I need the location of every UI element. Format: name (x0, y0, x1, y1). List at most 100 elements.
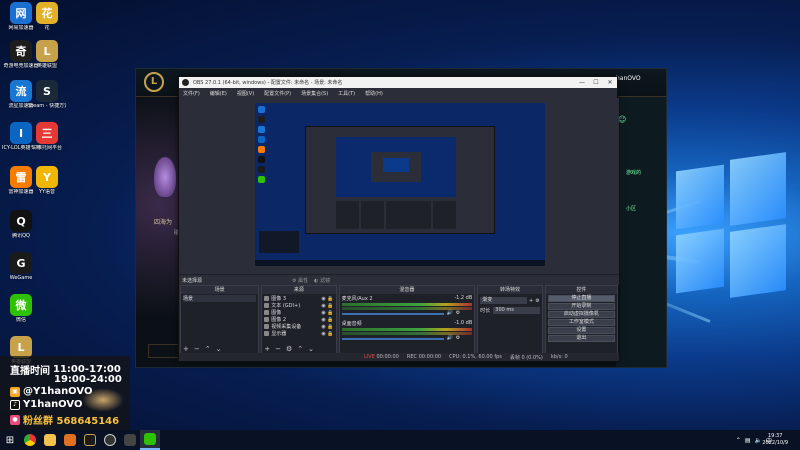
controls-dock: 控件 停止直播 开始录制 启动虚拟摄像机 工作室模式 设置 退出 (544, 285, 618, 355)
move-down-icon[interactable]: ⌄ (216, 345, 222, 353)
eye-icon[interactable]: ◉ 🔒 (321, 324, 333, 330)
minimize-icon[interactable]: — (575, 77, 589, 88)
volume-slider[interactable] (341, 313, 444, 315)
source-type-icon (264, 303, 270, 308)
eye-icon[interactable]: ◉ 🔒 (321, 310, 333, 316)
mixer-dock: 混音器 麦克风/Aux 2 -1.2 dB 🔊 ⚙ 桌面音频 -1.0 dB 🔊 ⚙ (338, 285, 476, 355)
handle-row-2: ♪ Y1hanOVO (10, 399, 82, 410)
eye-icon[interactable]: ◉ 🔒 (321, 296, 333, 302)
volume-meter (341, 307, 473, 310)
desktop-icon-label: 花 (44, 25, 50, 31)
taskbar-lol[interactable] (80, 430, 100, 450)
menu-item[interactable]: 场景集合(S) (301, 90, 328, 97)
desktop-icon[interactable]: Q 腾讯QQ (2, 210, 40, 240)
fan-group-row: ● 粉丝群 568645146 (10, 412, 119, 427)
menu-item[interactable]: 帮助(H) (365, 90, 383, 97)
menu-item[interactable]: 编辑(E) (210, 90, 227, 97)
control-button[interactable]: 启动虚拟摄像机 (547, 311, 615, 318)
source-type-icon (264, 317, 270, 322)
chevron-up-icon[interactable]: ⌃ (736, 437, 741, 444)
obs-title-bar[interactable]: OBS 27.0.1 (64-bit, windows) - 配置文件: 未命名… (179, 77, 617, 88)
properties-button[interactable]: ⚙ 属性 (292, 277, 308, 284)
taskbar-wechat[interactable] (140, 430, 160, 450)
eye-icon[interactable]: ◉ 🔒 (321, 317, 333, 323)
desktop-icon[interactable]: Y YY语音 (28, 166, 66, 196)
source-item[interactable]: 显示器 ◉ 🔒 (264, 330, 334, 337)
obs-preview-area (179, 98, 619, 274)
source-item[interactable]: 视频采集设备 ◉ 🔒 (264, 323, 334, 330)
rec-time: 00:00:00 (418, 354, 442, 360)
menu-item[interactable]: 配置文件(P) (264, 90, 291, 97)
move-up-icon[interactable]: ⌃ (205, 345, 211, 353)
lol-username: hanOVO (616, 75, 641, 82)
volume-icon[interactable]: 🔈 (755, 437, 762, 444)
add-icon[interactable]: + (264, 345, 270, 353)
network-icon[interactable]: ▤ (745, 437, 751, 444)
controls-list: 停止直播 开始录制 启动虚拟摄像机 工作室模式 设置 退出 (546, 295, 617, 342)
taskbar-wegame[interactable] (120, 430, 140, 450)
clock[interactable]: 19:37 2022/10/9 (762, 433, 788, 447)
add-icon[interactable]: + (183, 345, 189, 353)
desktop-icon[interactable]: S Steam - 快捷方式 (28, 80, 66, 110)
add-icon[interactable]: + (529, 298, 533, 304)
source-item[interactable]: 图像 ◉ 🔒 (264, 309, 334, 316)
remove-icon[interactable]: − (275, 345, 281, 353)
menu-item[interactable]: 文件(F) (183, 90, 200, 97)
gear-icon[interactable]: ⚙ (456, 335, 460, 341)
source-name: 图像 2 (271, 317, 287, 323)
close-icon[interactable]: ✕ (603, 77, 617, 88)
speaker-icon[interactable]: 🔊 (447, 335, 453, 341)
start-button[interactable]: ⊞ (0, 430, 20, 450)
scene-item[interactable]: 场景 (183, 295, 257, 302)
gear-icon[interactable]: ⚙ (286, 345, 292, 353)
app-icon: 花 (36, 2, 58, 24)
douyin-icon: ♪ (10, 399, 20, 410)
maximize-icon[interactable]: ☐ (589, 77, 603, 88)
control-button[interactable]: 停止直播 (547, 295, 615, 302)
obs-preview-canvas[interactable] (255, 103, 545, 266)
volume-slider[interactable] (341, 338, 444, 340)
desktop-icon[interactable]: L英雄联盟 (28, 40, 66, 70)
taskbar-explorer[interactable] (40, 430, 60, 450)
eye-icon[interactable]: ◉ 🔒 (321, 331, 333, 337)
live-time: 00:00:00 (376, 354, 399, 360)
taskbar-obs[interactable] (100, 430, 120, 450)
gear-icon[interactable]: ⚙ (535, 298, 539, 304)
source-item[interactable]: 图像 3 ◉ 🔒 (264, 295, 334, 302)
transition-select[interactable]: 渐变 + ⚙ (480, 297, 540, 304)
source-name: 图像 3 (271, 296, 287, 302)
filters-button[interactable]: ◐ 滤镜 (314, 277, 330, 284)
stream-info-overlay: 直播时间 11:00-17:00 19:00-24:00 ▣ @Y1hanOVO… (0, 356, 130, 430)
obs-window[interactable]: OBS 27.0.1 (64-bit, windows) - 配置文件: 未命名… (178, 76, 619, 362)
menu-item[interactable]: 工具(T) (338, 90, 355, 97)
taskbar-app[interactable] (60, 430, 80, 450)
control-button[interactable]: 工作室模式 (547, 319, 615, 326)
duration-input[interactable]: 300 ms (493, 307, 540, 314)
eye-icon[interactable]: ◉ 🔒 (321, 303, 333, 309)
move-down-icon[interactable]: ⌄ (308, 345, 314, 353)
taskbar-chrome[interactable] (20, 430, 40, 450)
remove-icon[interactable]: − (194, 345, 200, 353)
desktop-icon[interactable]: 花花 (28, 2, 66, 32)
mixer-track-name: 麦克风/Aux 2 (341, 296, 373, 302)
bilibili-icon: ▣ (10, 386, 20, 397)
desktop-icon[interactable]: G WeGame (2, 252, 40, 282)
obs-docks: 场景 场景 + − ⌃ ⌄ 来源 图像 3 ◉ 🔒 文本 (GDI+) ◉ 🔒 图像 ◉ 🔒 图… (179, 285, 619, 355)
control-button[interactable]: 开始录制 (547, 303, 615, 310)
transitions-dock: 转场特效 渐变 + ⚙ 时长 300 ms (477, 285, 543, 355)
lol-logo-icon[interactable]: L (144, 72, 164, 92)
sources-list: 图像 3 ◉ 🔒 文本 (GDI+) ◉ 🔒 图像 ◉ 🔒 图像 2 ◉ 🔒 视频采集设备 ◉ 🔒… (262, 294, 335, 338)
desktop-icon[interactable]: 三三维托网平台 (28, 122, 66, 152)
source-item[interactable]: 文本 (GDI+) ◉ 🔒 (264, 302, 334, 309)
desktop-icon[interactable]: 微微信 (2, 294, 40, 324)
friends-icon[interactable]: ☺ (618, 115, 628, 125)
control-button[interactable]: 退出 (547, 335, 615, 342)
menu-item[interactable]: 视图(V) (237, 90, 254, 97)
gear-icon[interactable]: ⚙ (456, 310, 460, 316)
transitions-dock-title: 转场特效 (478, 286, 542, 294)
control-button[interactable]: 设置 (547, 327, 615, 334)
rec-status: REC 00:00:00 (407, 354, 441, 360)
move-up-icon[interactable]: ⌃ (297, 345, 303, 353)
source-item[interactable]: 图像 2 ◉ 🔒 (264, 316, 334, 323)
speaker-icon[interactable]: 🔊 (447, 310, 453, 316)
